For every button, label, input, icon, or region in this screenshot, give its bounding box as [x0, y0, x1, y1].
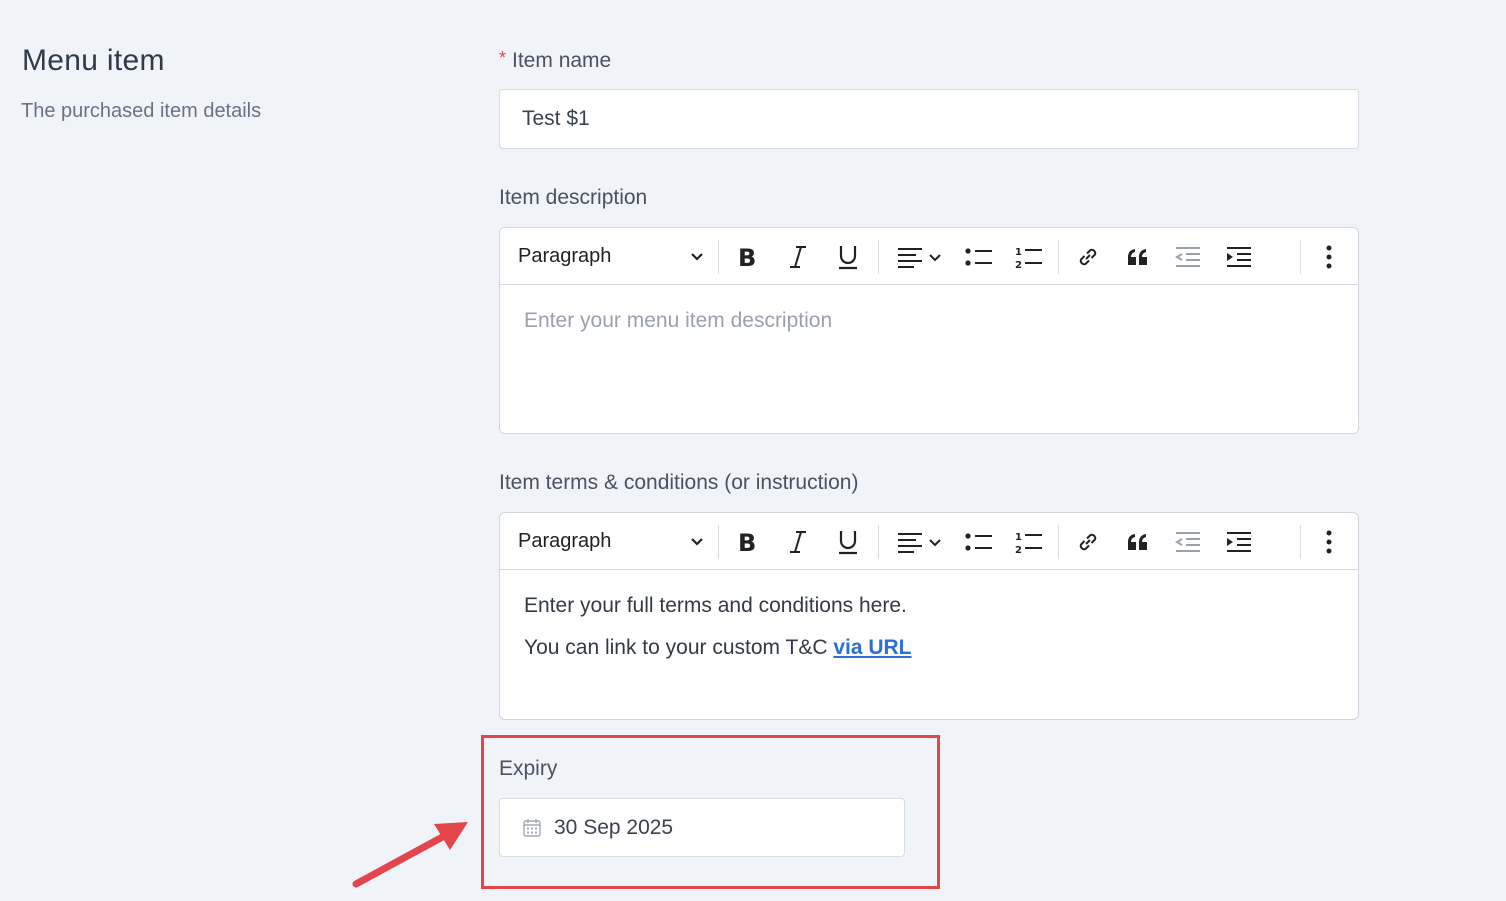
required-marker: *	[499, 48, 507, 68]
description-editor: Paragraph B 12 Enter your menu item desc…	[499, 227, 1359, 434]
align-icon	[898, 247, 941, 268]
link-icon	[1079, 248, 1097, 265]
quote-button[interactable]	[1118, 228, 1158, 285]
underline-button[interactable]	[828, 513, 868, 570]
section-title: Menu item	[22, 44, 165, 77]
underline-icon	[839, 530, 857, 554]
annotation-highlight-box	[481, 735, 940, 889]
terms-line-1: Enter your full terms and conditions her…	[524, 594, 907, 617]
svg-text:B: B	[738, 530, 756, 554]
more-vertical-icon	[1326, 245, 1332, 268]
link-button[interactable]	[1068, 513, 1108, 570]
align-dropdown[interactable]	[890, 513, 948, 570]
more-options-button[interactable]	[1312, 513, 1346, 570]
bullet-list-icon	[965, 532, 992, 551]
outdent-icon	[1175, 531, 1200, 552]
terms-content[interactable]: Enter your full terms and conditions her…	[500, 570, 1358, 702]
bullet-list-button[interactable]	[960, 513, 998, 570]
terms-line-2-text: You can link to your custom T&C	[524, 636, 834, 659]
svg-text:B: B	[738, 245, 756, 269]
numbered-list-icon: 12	[1015, 247, 1042, 269]
align-icon	[898, 532, 941, 553]
description-toolbar: Paragraph B 12	[500, 228, 1358, 285]
numbered-list-button[interactable]: 12	[1010, 228, 1048, 285]
italic-button[interactable]	[778, 513, 818, 570]
outdent-button[interactable]	[1168, 228, 1208, 285]
terms-line-2: You can link to your custom T&C via URL	[524, 636, 1334, 660]
quote-icon	[1128, 533, 1147, 550]
svg-text:1: 1	[1015, 247, 1022, 258]
item-name-label: * Item name	[499, 48, 611, 73]
chevron-down-icon	[691, 252, 703, 261]
svg-text:2: 2	[1015, 545, 1022, 554]
item-name-value: Test $1	[522, 107, 590, 130]
indent-icon	[1227, 531, 1251, 552]
more-vertical-icon	[1326, 530, 1332, 553]
quote-icon	[1128, 248, 1147, 265]
bold-button[interactable]: B	[728, 513, 768, 570]
bullet-list-icon	[965, 247, 992, 266]
numbered-list-button[interactable]: 12	[1010, 513, 1048, 570]
numbered-list-icon: 12	[1015, 532, 1042, 554]
italic-icon	[790, 530, 806, 553]
terms-editor: Paragraph B 12 Enter your full terms and…	[499, 512, 1359, 720]
svg-text:2: 2	[1015, 260, 1022, 269]
item-name-label-text: Item name	[512, 49, 612, 72]
italic-icon	[790, 245, 806, 268]
chevron-down-icon	[691, 537, 703, 546]
align-dropdown[interactable]	[890, 228, 948, 285]
indent-button[interactable]	[1218, 228, 1260, 285]
description-placeholder: Enter your menu item description	[524, 309, 833, 332]
block-format-label: Paragraph	[518, 530, 612, 552]
terms-url-link[interactable]: via URL	[833, 636, 911, 659]
block-format-label: Paragraph	[518, 245, 612, 267]
bold-icon: B	[738, 245, 756, 269]
more-options-button[interactable]	[1312, 228, 1346, 285]
bold-button[interactable]: B	[728, 228, 768, 285]
block-format-select[interactable]: Paragraph	[518, 513, 704, 570]
underline-button[interactable]	[828, 228, 868, 285]
underline-icon	[839, 245, 857, 269]
link-button[interactable]	[1068, 228, 1108, 285]
item-name-input[interactable]: Test $1	[499, 89, 1359, 149]
item-terms-label: Item terms & conditions (or instruction)	[499, 471, 859, 494]
indent-button[interactable]	[1218, 513, 1260, 570]
link-icon	[1079, 533, 1097, 550]
indent-icon	[1227, 246, 1251, 267]
outdent-icon	[1175, 246, 1200, 267]
bullet-list-button[interactable]	[960, 228, 998, 285]
item-description-label: Item description	[499, 186, 648, 209]
quote-button[interactable]	[1118, 513, 1158, 570]
section-subtitle: The purchased item details	[21, 100, 262, 122]
svg-text:1: 1	[1015, 532, 1022, 543]
italic-button[interactable]	[778, 228, 818, 285]
outdent-button[interactable]	[1168, 513, 1208, 570]
description-content[interactable]: Enter your menu item description	[500, 285, 1358, 357]
annotation-arrow-icon	[352, 822, 468, 888]
terms-toolbar: Paragraph B 12	[500, 513, 1358, 570]
block-format-select[interactable]: Paragraph	[518, 228, 704, 285]
bold-icon: B	[738, 530, 756, 554]
